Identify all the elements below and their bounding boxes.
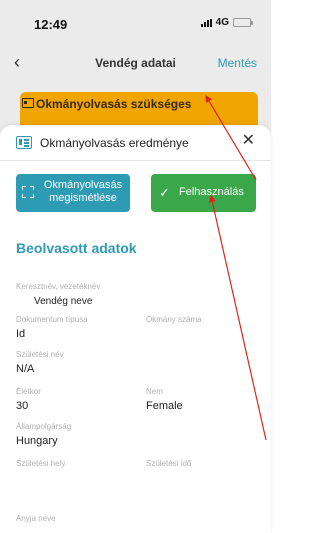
- gender-label: Nem: [146, 387, 163, 396]
- signal-icon: [200, 18, 212, 27]
- age-value: 30: [16, 400, 29, 412]
- status-time: 12:49: [34, 17, 68, 32]
- check-icon: ✓: [159, 185, 170, 200]
- nav-bar: ‹ Vendég adatai Mentés: [0, 44, 271, 84]
- birth-time-label: Születési idő: [146, 459, 192, 468]
- citizenship-label: Állampolgárság: [16, 422, 72, 431]
- battery-icon: [233, 18, 253, 27]
- status-indicators: 4G: [200, 17, 253, 28]
- birth-name-label: Születési név: [16, 350, 64, 359]
- citizenship-value: Hungary: [16, 435, 58, 447]
- sheet-title: Okmányolvasás eredménye: [40, 136, 189, 150]
- close-icon[interactable]: ✕: [242, 133, 255, 149]
- divider: [0, 160, 271, 161]
- use-button[interactable]: ✓ Felhasználás: [151, 174, 256, 212]
- section-title: Beolvasott adatok: [16, 240, 137, 256]
- name-value: Vendég neve: [34, 296, 93, 307]
- id-card-icon: [22, 98, 34, 108]
- birth-place-label: Születési hely: [16, 459, 66, 468]
- birth-name-value: N/A: [16, 363, 35, 375]
- doc-type-value: Id: [16, 328, 26, 340]
- use-button-label: Felhasználás: [179, 186, 244, 198]
- gender-value: Female: [146, 400, 183, 412]
- scan-frame-icon: [22, 186, 34, 198]
- doc-type-label: Dokumentum típusa: [16, 315, 88, 324]
- network-type: 4G: [215, 17, 229, 28]
- name-label: Keresztnév, vezetéknév: [16, 282, 101, 291]
- status-bar: 12:49 4G: [0, 0, 271, 44]
- mother-name-label: Anyja neve: [16, 514, 56, 523]
- warning-title: Okmányolvasás szükséges: [36, 97, 192, 111]
- age-label: Életkor: [16, 387, 41, 396]
- save-button[interactable]: Mentés: [218, 56, 257, 70]
- rescan-button-label: Okmányolvasás megismétlése: [43, 179, 123, 204]
- doc-number-label: Okmány száma: [146, 315, 202, 324]
- id-card-icon: [16, 136, 32, 149]
- rescan-button[interactable]: Okmányolvasás megismétlése: [16, 174, 130, 212]
